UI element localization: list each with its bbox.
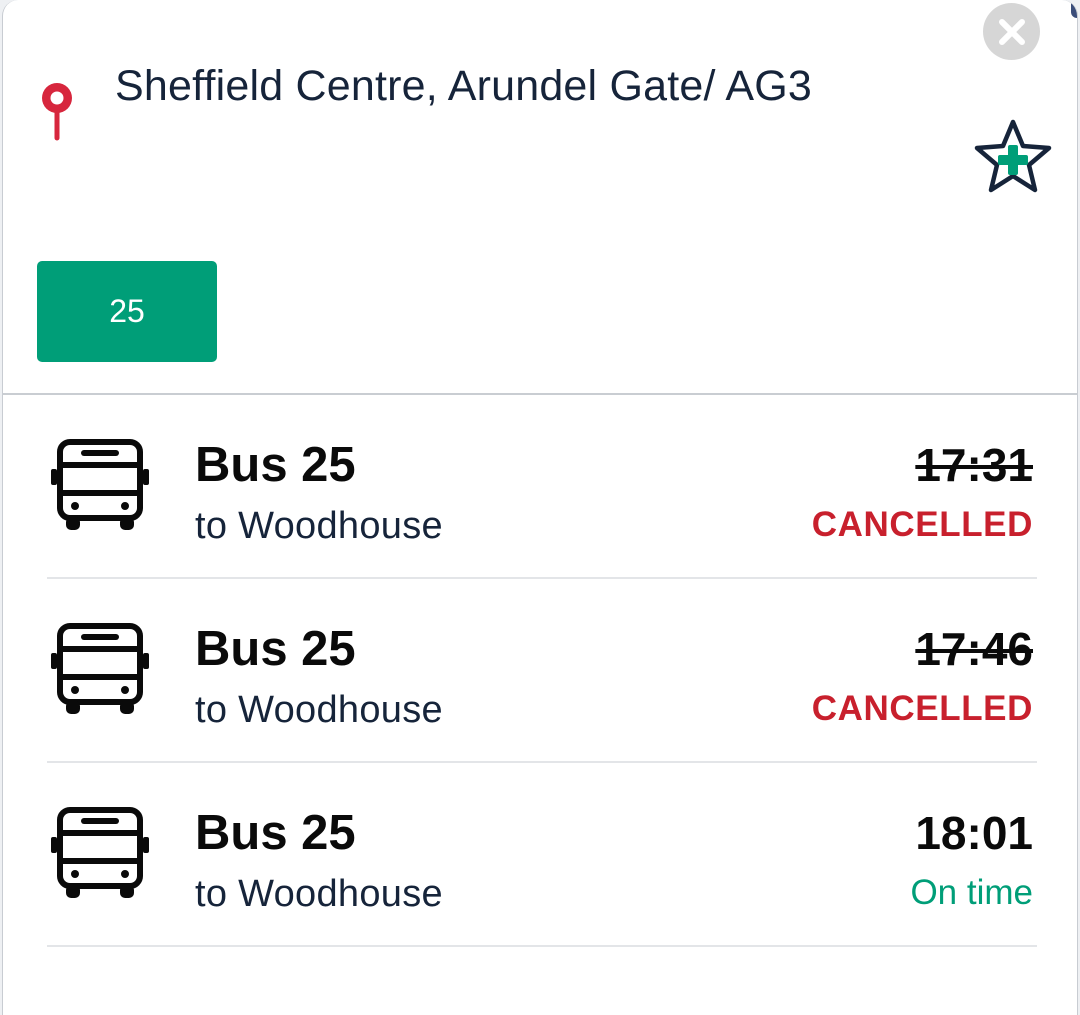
bus-route-label: Bus 25 — [195, 438, 356, 492]
departure-row[interactable]: Bus 25 to Woodhouse 18:01 On time — [3, 763, 1077, 947]
bus-route-label: Bus 25 — [195, 806, 356, 860]
bus-icon — [51, 439, 149, 530]
bus-destination: to Woodhouse — [195, 689, 443, 731]
departure-time: 18:01 — [915, 807, 1033, 859]
bus-destination: to Woodhouse — [195, 873, 443, 915]
departure-list: Bus 25 to Woodhouse 17:31 CANCELLED Bus … — [3, 395, 1077, 947]
status-label: CANCELLED — [811, 689, 1033, 728]
bus-destination: to Woodhouse — [195, 505, 443, 547]
scheduled-time: 17:46 — [915, 623, 1033, 675]
route-filter-chip[interactable]: 25 — [37, 261, 217, 362]
status-label: CANCELLED — [811, 505, 1033, 544]
map-edge — [1071, 0, 1077, 18]
map-pin-icon — [42, 83, 72, 141]
stop-name: Sheffield Centre, Arundel Gate/ AG3 — [115, 62, 813, 110]
bus-icon — [51, 623, 149, 714]
row-divider — [47, 945, 1037, 947]
departure-row[interactable]: Bus 25 to Woodhouse 17:46 CANCELLED — [3, 579, 1077, 763]
stop-panel: Sheffield Centre, Arundel Gate/ AG3 25 B… — [2, 0, 1078, 1015]
close-button[interactable] — [983, 3, 1040, 60]
departure-row[interactable]: Bus 25 to Woodhouse 17:31 CANCELLED — [3, 395, 1077, 579]
bus-route-label: Bus 25 — [195, 622, 356, 676]
add-favourite-star-icon[interactable] — [973, 118, 1053, 196]
bus-icon — [51, 807, 149, 898]
close-icon — [998, 18, 1025, 45]
scheduled-time: 17:31 — [915, 439, 1033, 491]
status-label: On time — [910, 873, 1033, 912]
